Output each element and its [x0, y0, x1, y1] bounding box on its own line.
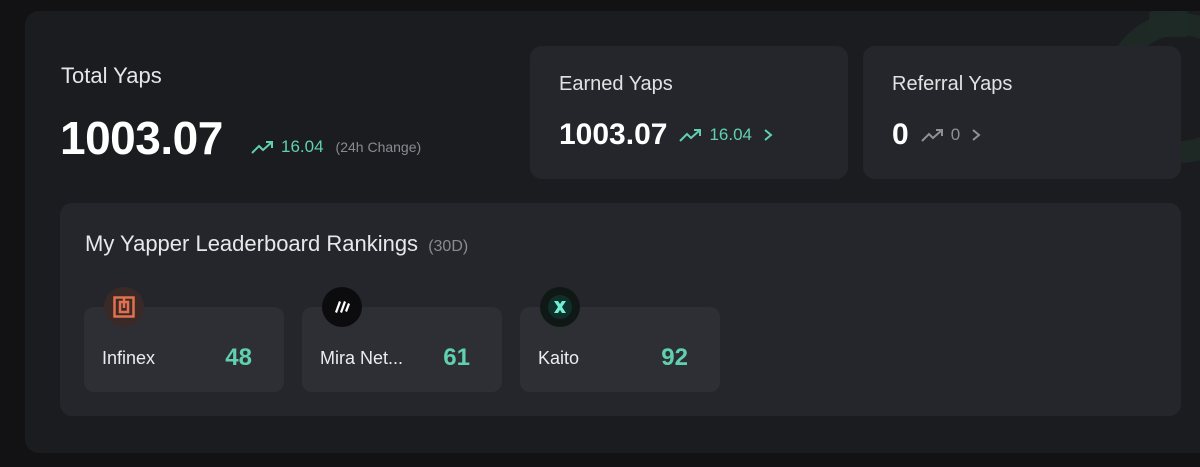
trend-up-icon [679, 129, 702, 142]
leaderboard-card-score: 48 [225, 344, 252, 371]
chevron-right-icon[interactable] [970, 128, 982, 142]
leaderboard-card-score: 92 [661, 344, 688, 371]
trend-up-icon [251, 141, 273, 154]
chevron-right-icon[interactable] [762, 128, 774, 142]
leaderboard-card-name: Infinex [102, 348, 156, 368]
earned-yaps-card[interactable]: Earned Yaps 1003.07 16.04 [530, 46, 848, 179]
referral-yaps-card[interactable]: Referral Yaps 0 0 [863, 46, 1181, 179]
leaderboard-period: (30D) [428, 238, 469, 255]
total-change-value: 16.04 [281, 137, 324, 156]
referral-yaps-label: Referral Yaps [892, 73, 1013, 95]
total-yaps-value: 1003.07 [60, 112, 223, 164]
leaderboard-card-mira[interactable]: Mira Net... 61 [302, 287, 502, 392]
infinex-logo-icon [104, 287, 144, 327]
leaderboard-card-kaito[interactable]: Kaito 92 [520, 287, 720, 392]
total-yaps-label: Total Yaps [61, 63, 162, 88]
earned-yaps-value: 1003.07 [559, 118, 668, 151]
leaderboard-card-name: Mira Net... [320, 348, 404, 368]
leaderboard-card-infinex[interactable]: Infinex 48 [84, 287, 284, 392]
mira-logo-icon [322, 287, 362, 327]
total-yaps-change: 16.04 (24h Change) [251, 137, 421, 157]
leaderboard-rankings-section: My Yapper Leaderboard Rankings (30D) Inf… [60, 203, 1181, 416]
leaderboard-card-name: Kaito [538, 348, 580, 368]
yaps-dashboard-panel: Total Yaps 1003.07 16.04 (24h Change) Ea… [25, 11, 1200, 453]
total-change-note: (24h Change) [335, 139, 422, 155]
decorative-shape [1149, 11, 1189, 37]
leaderboard-title: My Yapper Leaderboard Rankings (30D) [85, 231, 468, 257]
referral-change-value: 0 [950, 125, 961, 144]
trend-up-icon [920, 129, 943, 142]
kaito-logo-icon [540, 287, 580, 327]
earned-change-value: 16.04 [709, 125, 752, 144]
leaderboard-card-score: 61 [443, 344, 470, 371]
referral-yaps-value: 0 [892, 118, 909, 151]
earned-yaps-change: 16.04 [679, 125, 774, 145]
earned-yaps-label: Earned Yaps [559, 73, 673, 95]
referral-yaps-change: 0 [920, 125, 982, 145]
leaderboard-title-text: My Yapper Leaderboard Rankings [85, 231, 419, 256]
